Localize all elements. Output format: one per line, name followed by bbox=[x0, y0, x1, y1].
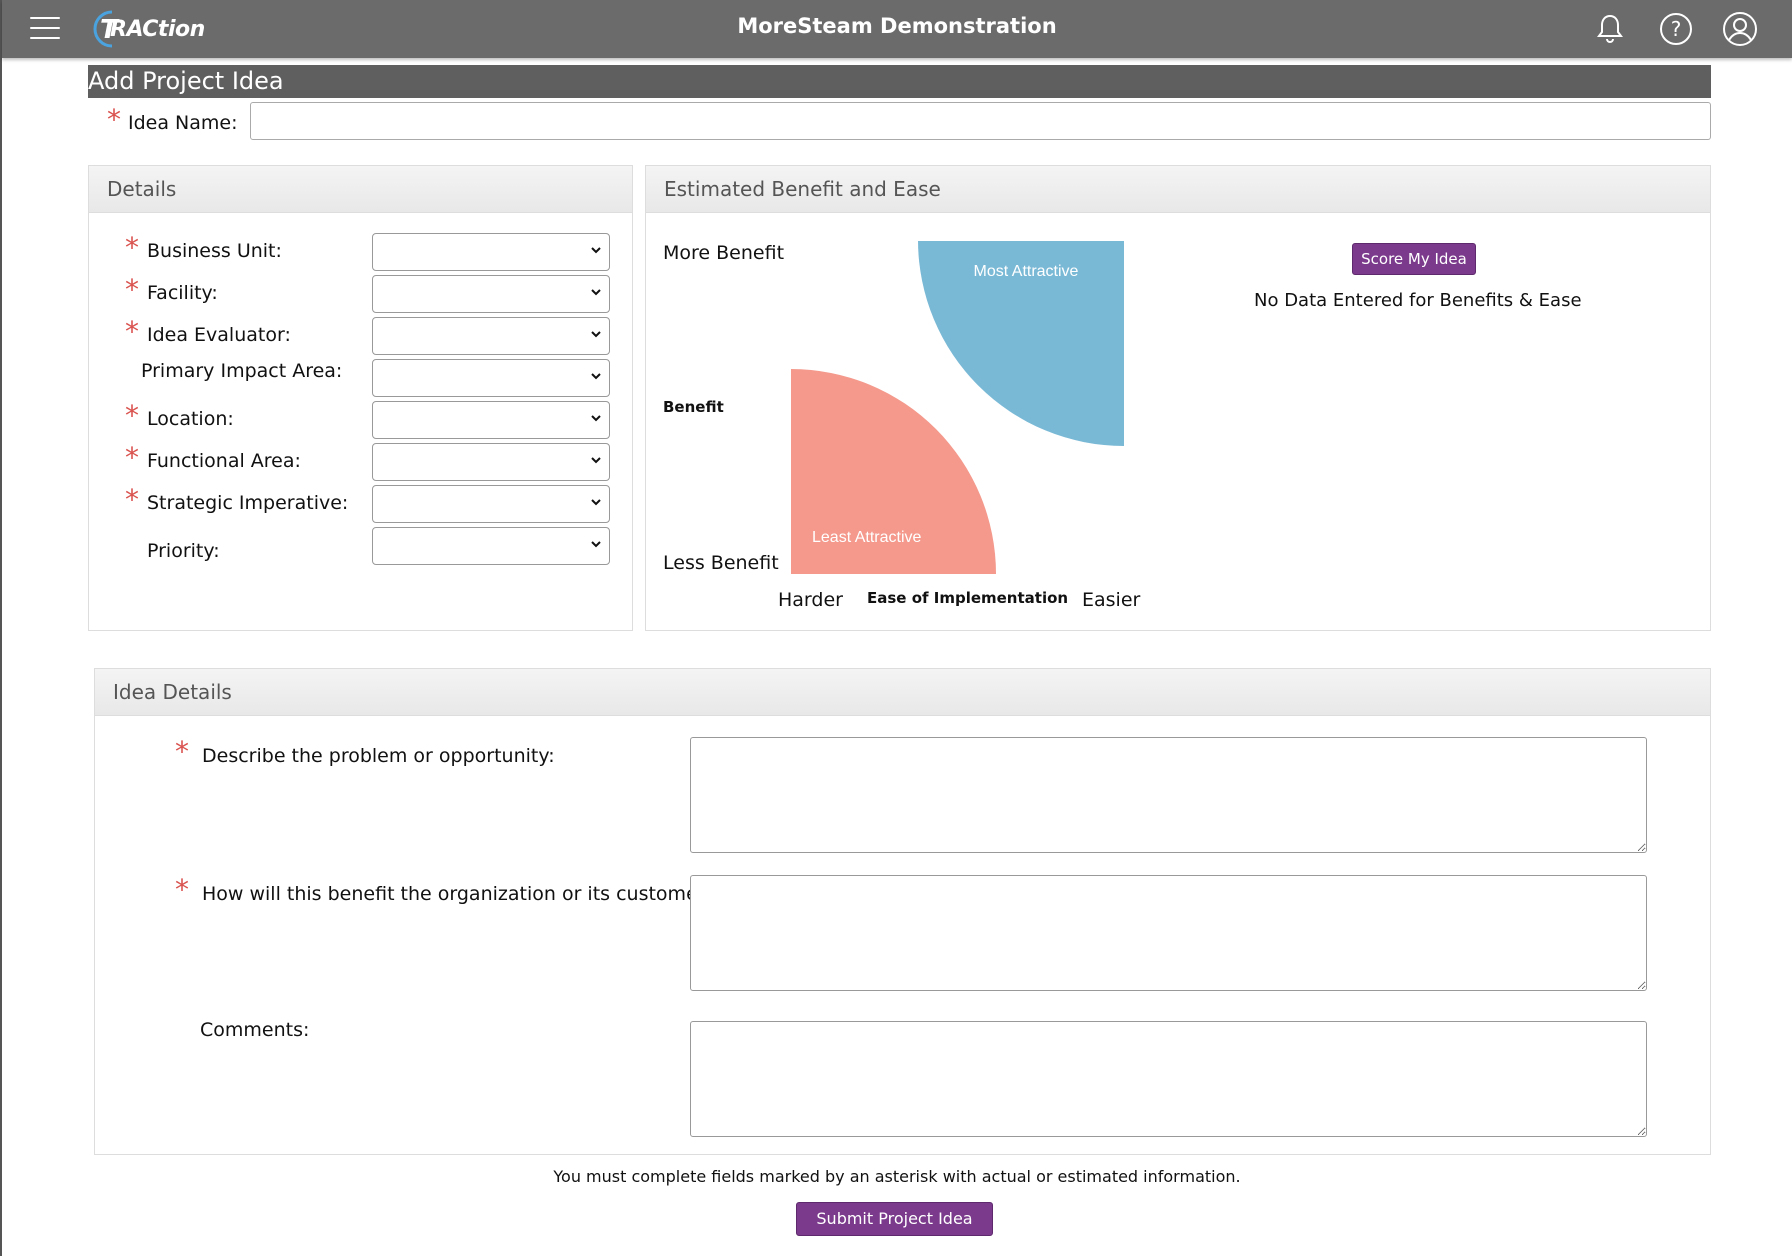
chevron-down-icon bbox=[591, 415, 601, 422]
comments-label: Comments: bbox=[200, 1019, 310, 1041]
chevron-down-icon bbox=[591, 247, 601, 254]
user-account-icon[interactable] bbox=[1722, 11, 1758, 47]
required-asterisk: * bbox=[107, 103, 121, 136]
field-label: Priority: bbox=[147, 540, 220, 562]
least-attractive-label: Least Attractive bbox=[812, 529, 921, 546]
required-asterisk: * bbox=[125, 315, 139, 348]
field-label: Facility: bbox=[147, 282, 218, 304]
required-asterisk: * bbox=[125, 231, 139, 264]
chevron-down-icon bbox=[591, 457, 601, 464]
field-label: Idea Evaluator: bbox=[147, 324, 291, 346]
details-heading: Details bbox=[89, 166, 632, 213]
required-asterisk: * bbox=[175, 735, 189, 768]
required-fields-note: You must complete fields marked by an as… bbox=[553, 1167, 1241, 1186]
idea-details-heading: Idea Details bbox=[95, 669, 1710, 716]
required-asterisk: * bbox=[125, 483, 139, 516]
top-bar: T RACtion MoreSteam Demonstration ? bbox=[2, 0, 1792, 58]
idea-name-label: Idea Name: bbox=[128, 112, 238, 134]
benefit-ease-heading: Estimated Benefit and Ease bbox=[646, 166, 1710, 213]
benefit-ease-quadrant[interactable]: Most Attractive Least Attractive bbox=[782, 240, 1132, 580]
harder-label: Harder bbox=[778, 589, 843, 611]
benefit-textarea[interactable] bbox=[690, 875, 1647, 991]
benefit-axis-label: Benefit bbox=[663, 398, 724, 416]
most-attractive-label: Most Attractive bbox=[974, 263, 1079, 280]
field-select[interactable] bbox=[372, 443, 610, 481]
bell-icon[interactable] bbox=[1592, 11, 1628, 47]
app-title: MoreSteam Demonstration bbox=[737, 14, 1057, 38]
benefit-ease-status: No Data Entered for Benefits & Ease bbox=[1254, 290, 1582, 311]
score-my-idea-button[interactable]: Score My Idea bbox=[1352, 243, 1476, 275]
field-select[interactable] bbox=[372, 275, 610, 313]
easier-label: Easier bbox=[1082, 589, 1141, 611]
chevron-down-icon bbox=[591, 541, 601, 548]
field-label: Location: bbox=[147, 408, 234, 430]
less-benefit-label: Less Benefit bbox=[663, 552, 779, 574]
page-title: Add Project Idea bbox=[88, 65, 1711, 98]
comments-textarea[interactable] bbox=[690, 1021, 1647, 1137]
idea-name-input[interactable] bbox=[250, 102, 1711, 140]
ease-axis-label: Ease of Implementation bbox=[867, 589, 1069, 607]
chevron-down-icon bbox=[591, 499, 601, 506]
field-select[interactable] bbox=[372, 401, 610, 439]
required-asterisk: * bbox=[175, 873, 189, 906]
problem-label: Describe the problem or opportunity: bbox=[202, 745, 555, 767]
field-select[interactable] bbox=[372, 317, 610, 355]
svg-text:?: ? bbox=[1671, 17, 1682, 41]
benefit-question-label: How will this benefit the organization o… bbox=[202, 883, 722, 905]
field-label: Business Unit: bbox=[147, 240, 282, 262]
field-select[interactable] bbox=[372, 485, 610, 523]
submit-project-idea-button[interactable]: Submit Project Idea bbox=[796, 1202, 993, 1236]
required-asterisk: * bbox=[125, 273, 139, 306]
more-benefit-label: More Benefit bbox=[663, 242, 785, 264]
field-select[interactable] bbox=[372, 359, 610, 397]
chevron-down-icon bbox=[591, 373, 601, 380]
chevron-down-icon bbox=[591, 289, 601, 296]
required-asterisk: * bbox=[125, 441, 139, 474]
field-select[interactable] bbox=[372, 527, 610, 565]
required-asterisk: * bbox=[125, 399, 139, 432]
problem-textarea[interactable] bbox=[690, 737, 1647, 853]
field-label: Functional Area: bbox=[147, 450, 301, 472]
chevron-down-icon bbox=[591, 331, 601, 338]
field-label: Primary Impact Area: bbox=[141, 360, 343, 382]
field-label: Strategic Imperative: bbox=[147, 492, 349, 514]
field-select[interactable] bbox=[372, 233, 610, 271]
help-icon[interactable]: ? bbox=[1658, 11, 1694, 47]
